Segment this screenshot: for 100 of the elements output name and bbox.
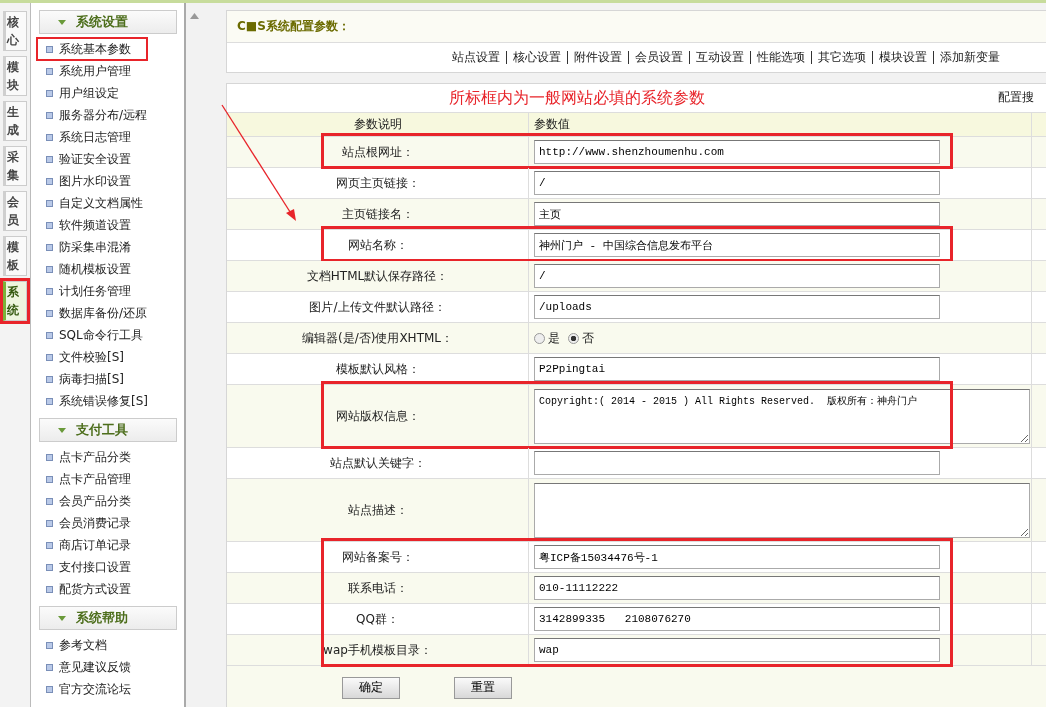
side-tab[interactable]: 核心 bbox=[3, 11, 27, 51]
caret-icon bbox=[58, 19, 66, 25]
field-label: 站点默认关键字： bbox=[329, 454, 426, 472]
form-button[interactable]: 确定 bbox=[342, 676, 400, 699]
sidebar-item[interactable]: 点卡产品管理 bbox=[39, 468, 143, 490]
text-input[interactable]: 主页 bbox=[534, 202, 940, 226]
side-tab[interactable]: 会员 bbox=[3, 191, 27, 231]
text-input[interactable]: 010-11112222 bbox=[534, 576, 940, 600]
field-label: 网站备案号： bbox=[341, 548, 414, 566]
sidebar-item[interactable]: 官方交流论坛 bbox=[39, 678, 143, 700]
menu-group-header[interactable]: 支付工具 bbox=[39, 418, 177, 442]
sidebar-item[interactable]: 软件频道设置 bbox=[39, 214, 143, 236]
field-label: 主页链接名： bbox=[341, 205, 414, 223]
column-header: 参数值 bbox=[534, 116, 570, 133]
bullet-icon bbox=[46, 453, 53, 461]
menu-group-title: 系统设置 bbox=[76, 13, 128, 31]
menu-group-header[interactable]: 系统设置 bbox=[39, 10, 177, 34]
settings-tab[interactable]: 其它选项 bbox=[812, 49, 872, 66]
sidebar-item[interactable]: 用户组设定 bbox=[39, 82, 143, 104]
settings-tab[interactable]: 站点设置 bbox=[446, 49, 506, 66]
bullet-icon bbox=[46, 375, 53, 383]
scroll-up-icon[interactable] bbox=[190, 13, 199, 19]
text-input[interactable]: 粤ICP备15034476号-1 bbox=[534, 545, 940, 569]
bullet-icon bbox=[46, 497, 53, 505]
settings-tab[interactable]: 附件设置 bbox=[568, 49, 628, 66]
bullet-icon bbox=[46, 353, 53, 361]
text-input[interactable]: / bbox=[534, 171, 940, 195]
sidebar-item[interactable]: 意见建议反馈 bbox=[39, 656, 143, 678]
form-button[interactable]: 重置 bbox=[454, 676, 512, 699]
side-tab[interactable]: 采集 bbox=[3, 146, 27, 186]
sidebar-item[interactable]: SQL命令行工具 bbox=[39, 324, 143, 346]
field-label: 联系电话： bbox=[347, 579, 408, 597]
text-input[interactable]: http://www.shenzhoumenhu.com bbox=[534, 140, 940, 164]
text-input[interactable]: P2Ppingtai bbox=[534, 357, 940, 381]
text-input[interactable]: 神州门户 - 中国综合信息发布平台 bbox=[534, 233, 940, 257]
bullet-icon bbox=[46, 541, 53, 549]
settings-tab[interactable]: 性能选项 bbox=[751, 49, 811, 66]
sidebar-item[interactable]: 防采集串混淆 bbox=[39, 236, 143, 258]
radio-option[interactable]: 否 bbox=[568, 329, 594, 347]
bullet-icon bbox=[46, 397, 53, 405]
field-label: wap手机模板目录： bbox=[323, 641, 432, 659]
annotation-text: 所标框内为一般网站必填的系统参数 bbox=[449, 87, 705, 109]
bullet-icon bbox=[46, 133, 53, 141]
settings-tab[interactable]: 会员设置 bbox=[629, 49, 689, 66]
text-area[interactable] bbox=[534, 482, 1030, 538]
bullet-icon bbox=[46, 89, 53, 97]
bullet-icon bbox=[46, 475, 53, 483]
text-input[interactable] bbox=[534, 451, 940, 475]
sidebar-item[interactable]: 随机模板设置 bbox=[39, 258, 143, 280]
sidebar-item[interactable]: 系统用户管理 bbox=[39, 60, 143, 82]
sidebar-item[interactable]: 点卡产品分类 bbox=[39, 446, 143, 468]
field-label: 图片/上传文件默认路径： bbox=[309, 298, 446, 316]
sidebar-item[interactable]: 系统日志管理 bbox=[39, 126, 143, 148]
bullet-icon bbox=[46, 585, 53, 593]
sidebar-item[interactable]: 自定义文档属性 bbox=[39, 192, 143, 214]
field-label: 网站版权信息： bbox=[335, 407, 420, 425]
sidebar-item[interactable]: 系统基本参数 bbox=[37, 38, 147, 60]
side-tab[interactable]: 模板 bbox=[3, 236, 27, 276]
sidebar-item[interactable]: 商店订单记录 bbox=[39, 534, 143, 556]
field-label: 模板默认风格： bbox=[335, 360, 420, 378]
text-input[interactable]: / bbox=[534, 264, 940, 288]
bullet-icon bbox=[46, 155, 53, 163]
sidebar-item[interactable]: 会员消费记录 bbox=[39, 512, 143, 534]
side-tab[interactable]: 模块 bbox=[3, 56, 27, 96]
sidebar-item[interactable]: 配货方式设置 bbox=[39, 578, 143, 600]
text-area[interactable]: Copyright:( 2014 - 2015 ) All Rights Reserved. 版权所有：神舟门户 bbox=[534, 388, 1030, 444]
text-input[interactable]: 3142899335 2108076270 bbox=[534, 607, 940, 631]
sidebar-item[interactable]: 验证安全设置 bbox=[39, 148, 143, 170]
sidebar-item[interactable]: 会员产品分类 bbox=[39, 490, 143, 512]
caret-icon bbox=[58, 615, 66, 621]
bullet-icon bbox=[46, 641, 53, 649]
sidebar-item[interactable]: 参考文档 bbox=[39, 634, 143, 656]
sidebar-item[interactable]: 病毒扫描[S] bbox=[39, 368, 143, 390]
bullet-icon bbox=[46, 663, 53, 671]
column-header: 参数说明 bbox=[353, 116, 402, 133]
bullet-icon bbox=[46, 199, 53, 207]
bullet-icon bbox=[46, 563, 53, 571]
side-tab[interactable]: 系统 bbox=[3, 281, 27, 321]
settings-tab[interactable]: 核心设置 bbox=[507, 49, 567, 66]
bullet-icon bbox=[46, 243, 53, 251]
text-input[interactable]: wap bbox=[534, 638, 940, 662]
bullet-icon bbox=[46, 287, 53, 295]
text-input[interactable]: /uploads bbox=[534, 295, 940, 319]
field-label: 网站名称： bbox=[347, 236, 408, 254]
bullet-icon bbox=[46, 309, 53, 317]
caret-icon bbox=[58, 427, 66, 433]
menu-group-header[interactable]: 系统帮助 bbox=[39, 606, 177, 630]
bullet-icon bbox=[46, 265, 53, 273]
sidebar-item[interactable]: 支付接口设置 bbox=[39, 556, 143, 578]
settings-tab[interactable]: 添加新变量 bbox=[934, 49, 1006, 66]
bullet-icon bbox=[46, 331, 53, 339]
radio-option[interactable]: 是 bbox=[534, 329, 560, 347]
field-label: 站点根网址： bbox=[341, 143, 414, 161]
settings-tab[interactable]: 模块设置 bbox=[873, 49, 933, 66]
side-tab[interactable]: 生成 bbox=[3, 101, 27, 141]
sidebar-item[interactable]: 计划任务管理 bbox=[39, 280, 143, 302]
sidebar-item[interactable]: 文件校验[S] bbox=[39, 346, 143, 368]
sidebar-item[interactable]: 图片水印设置 bbox=[39, 170, 143, 192]
settings-tab[interactable]: 互动设置 bbox=[690, 49, 750, 66]
field-label: 网页主页链接： bbox=[335, 174, 420, 192]
